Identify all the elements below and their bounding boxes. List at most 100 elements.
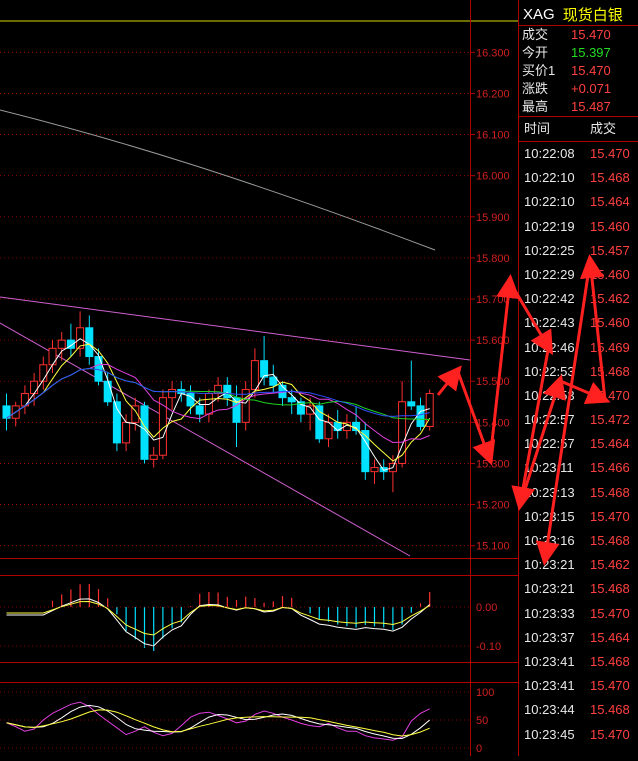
price-chart[interactable]: 16.300 16.200 16.100 16.000 15.900 15.800 15.7…	[0, 0, 518, 756]
quote-label: 涨跌	[522, 81, 549, 96]
chart-area[interactable]: 16.300 16.200 16.100 16.000 15.900 15.800 15.7…	[0, 0, 518, 756]
tick-price: 15.468	[590, 581, 630, 597]
candle	[48, 347, 57, 366]
instrument-symbol: XAG	[523, 5, 555, 23]
tick-row[interactable]: 10:23:45 15.470	[519, 723, 638, 747]
tick-time: 10:22:46	[524, 339, 575, 355]
y-tick-label: -0.10	[476, 641, 501, 653]
tick-price: 15.460	[590, 315, 630, 331]
tick-price: 15.468	[590, 653, 630, 669]
quote-label: 最高	[522, 99, 549, 114]
tick-row[interactable]: 10:22:53 15.470	[519, 384, 638, 408]
tick-time: 10:23:13	[524, 484, 575, 500]
tick-time: 10:22:57	[524, 436, 575, 452]
y-tick-label: 100	[476, 687, 494, 699]
tick-price: 15.460	[590, 218, 630, 234]
quote-row: 涨跌 +0.071	[519, 80, 638, 98]
tick-time: 10:23:41	[524, 678, 575, 694]
tick-row[interactable]: 10:23:13 15.468	[519, 481, 638, 505]
tick-time: 10:23:21	[524, 581, 575, 597]
quote-value: 15.397	[571, 45, 611, 60]
y-tick-label: 16.100	[476, 130, 510, 142]
tick-rows: 10:22:08 15.470 10:22:10 15.468 10:22:10 15.4…	[519, 142, 638, 747]
tick-price: 15.470	[590, 726, 630, 742]
quote-panel: XAG 现货白银 成交 15.470 今开 15.397 买价1 15.470 涨跌 +…	[518, 0, 638, 756]
tick-time: 10:23:44	[524, 702, 575, 718]
candle	[122, 421, 131, 444]
tick-time: 10:23:37	[524, 629, 575, 645]
tick-time: 10:23:45	[524, 726, 575, 742]
tick-row[interactable]: 10:23:44 15.468	[519, 698, 638, 722]
candle	[223, 384, 232, 399]
y-tick-label: 50	[476, 715, 488, 727]
tick-row[interactable]: 10:22:10 15.464	[519, 190, 638, 214]
tick-row[interactable]: 10:23:41 15.470	[519, 674, 638, 698]
y-tick-label: 15.300	[476, 458, 510, 470]
tick-row[interactable]: 10:22:53 15.468	[519, 360, 638, 384]
tick-row[interactable]: 10:23:21 15.462	[519, 553, 638, 577]
quote-value: 15.470	[571, 27, 611, 42]
tick-price: 15.468	[590, 533, 630, 548]
tick-time: 10:22:10	[524, 170, 575, 186]
quote-value: +0.071	[571, 81, 612, 96]
y-tick-label: 15.600	[476, 335, 510, 347]
tick-time: 10:22:53	[524, 387, 575, 403]
tick-price: 15.468	[590, 702, 630, 718]
candle	[416, 405, 425, 427]
tick-row[interactable]: 10:23:21 15.468	[519, 577, 638, 601]
y-tick-label: 15.700	[476, 294, 510, 306]
tick-price: 15.466	[590, 460, 630, 476]
tick-row[interactable]: 10:22:57 15.464	[519, 432, 638, 456]
tick-time: 10:22:57	[524, 412, 575, 428]
tick-time: 10:23:15	[524, 508, 575, 524]
tick-price: 15.462	[590, 291, 630, 307]
tick-row[interactable]: 10:22:08 15.470	[519, 142, 638, 166]
candle	[57, 339, 66, 349]
candle	[407, 401, 416, 407]
tick-row[interactable]: 10:23:41 15.468	[519, 650, 638, 674]
ma-line-blue	[6, 367, 430, 419]
tick-row[interactable]: 10:22:29 15.460	[519, 263, 638, 287]
y-tick-label: 16.300	[476, 47, 510, 59]
tick-price: 15.469	[590, 339, 630, 355]
y-tick-label: 15.100	[476, 541, 510, 553]
tick-row[interactable]: 10:22:25 15.457	[519, 239, 638, 263]
tick-time: 10:22:25	[524, 242, 575, 258]
tick-time: 10:23:21	[524, 557, 575, 573]
tick-row[interactable]: 10:23:16 15.468	[519, 529, 638, 553]
tick-time: 10:23:16	[524, 533, 575, 548]
tick-row[interactable]: 10:22:42 15.462	[519, 287, 638, 311]
candle	[149, 454, 158, 460]
candle	[398, 401, 407, 464]
candle	[370, 467, 379, 473]
y-tick-label: 16.200	[476, 88, 510, 100]
tick-row[interactable]: 10:22:46 15.469	[519, 336, 638, 360]
tick-price: 15.470	[590, 508, 630, 524]
tick-row[interactable]: 10:22:10 15.468	[519, 166, 638, 190]
tick-time: 10:22:19	[524, 218, 575, 234]
tick-price: 15.472	[590, 412, 630, 428]
tick-price: 15.464	[590, 194, 630, 210]
time-column-header: 时间	[524, 121, 551, 136]
tick-list[interactable]: 时间 成交 10:22:08 15.470 10:22:10 15.468 10:22:…	[519, 116, 638, 747]
tick-price: 15.468	[590, 363, 630, 379]
quote-row: 买价1 15.470	[519, 62, 638, 80]
candle	[30, 380, 39, 395]
candle	[204, 393, 213, 415]
y-tick-label: 0.00	[476, 602, 497, 614]
tick-row[interactable]: 10:23:11 15.466	[519, 456, 638, 480]
tick-row[interactable]: 10:23:33 15.470	[519, 602, 638, 626]
tick-price: 15.462	[590, 557, 630, 573]
long-ma-line	[0, 109, 436, 251]
candle	[168, 388, 177, 399]
quote-value: 15.470	[571, 63, 611, 78]
tick-time: 10:23:33	[524, 605, 575, 621]
tick-row[interactable]: 10:23:37 15.464	[519, 626, 638, 650]
tick-time: 10:22:29	[524, 266, 575, 282]
tick-row[interactable]: 10:22:19 15.460	[519, 215, 638, 239]
quote-label: 今开	[522, 45, 549, 60]
candle	[260, 360, 269, 378]
tick-row[interactable]: 10:22:43 15.460	[519, 311, 638, 335]
tick-row[interactable]: 10:23:15 15.470	[519, 505, 638, 529]
tick-row[interactable]: 10:22:57 15.472	[519, 408, 638, 432]
